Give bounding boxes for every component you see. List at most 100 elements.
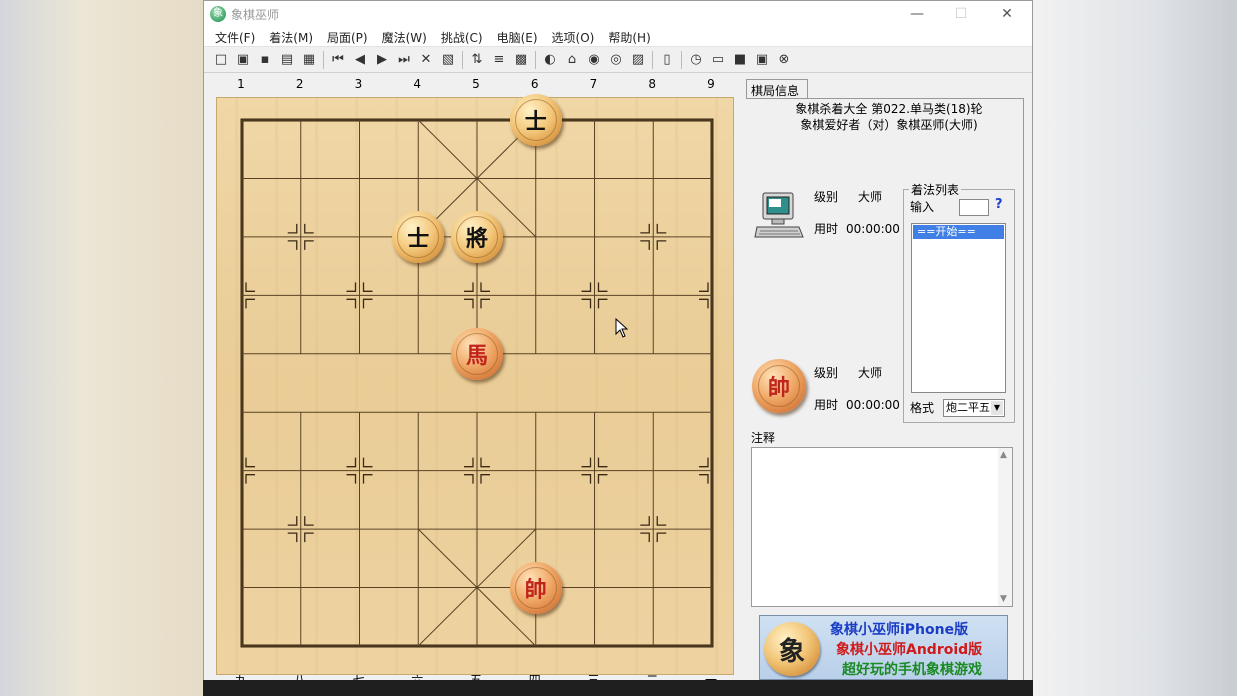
piece-glyph: 帥: [514, 566, 557, 609]
column-label-top: 9: [707, 77, 715, 91]
delete-icon[interactable]: ✕: [415, 50, 437, 70]
app-icon: 象: [210, 6, 226, 22]
format-select[interactable]: 炮二平五 ▼: [943, 399, 1005, 417]
stop-icon[interactable]: ⊗: [773, 50, 795, 70]
column-label-top: 6: [530, 77, 539, 91]
format-label: 格式: [910, 401, 935, 415]
comment-label: 注释: [751, 431, 776, 445]
menu-bar: 文件(F) 着法(M) 局面(P) 魔法(W) 挑战(C) 电脑(E) 选项(O…: [204, 27, 1032, 47]
red-piece[interactable]: 帥: [509, 561, 562, 614]
column-label-top: 1: [237, 77, 245, 91]
clipboard-icon[interactable]: ▨: [627, 50, 649, 70]
menu-file[interactable]: 文件(F): [210, 27, 260, 46]
web-icon[interactable]: ◎: [605, 50, 627, 70]
ad-piece-icon: 象: [764, 622, 820, 676]
title-bar: 象 象棋巫师 — ☐ ✕: [204, 1, 1032, 27]
top-player-info: 级别 大师 用时 00:00:00: [814, 189, 900, 237]
weibo-icon[interactable]: ◉: [583, 50, 605, 70]
save-icon[interactable]: ▪: [254, 50, 276, 70]
scroll-up-icon[interactable]: ▲: [1000, 450, 1007, 460]
menu-challenge[interactable]: 挑战(C): [436, 27, 488, 46]
mouse-cursor-icon: [615, 318, 629, 338]
movelist-item-start[interactable]: ==开始==: [913, 225, 1004, 239]
bottom-level-value: 大师: [858, 366, 883, 380]
ad-line-iphone: 象棋小巫师iPhone版: [830, 622, 969, 638]
black-piece[interactable]: 將: [451, 210, 503, 263]
format-select-value: 炮二平五: [946, 401, 990, 414]
red-piece[interactable]: 馬: [451, 327, 503, 380]
bottom-time-label: 用时: [814, 398, 839, 412]
movelist[interactable]: ==开始==: [911, 223, 1006, 393]
comment-scrollbar[interactable]: ▲ ▼: [998, 448, 1012, 606]
menu-moves[interactable]: 着法(M): [264, 27, 318, 46]
ad-piece-glyph: 象: [778, 636, 805, 667]
top-time-value: 00:00:00: [846, 222, 900, 236]
chart-icon[interactable]: ◐: [539, 50, 561, 70]
toolbar-separator: [681, 50, 682, 69]
desktop-background-right: [1033, 0, 1237, 696]
toolbar-separator: [652, 50, 653, 69]
column-label-top: 4: [413, 77, 422, 91]
column-label-top: 3: [354, 77, 363, 91]
monitor-icon[interactable]: ▣: [751, 50, 773, 70]
new-icon[interactable]: □: [210, 50, 232, 70]
close-button[interactable]: ✕: [992, 4, 1022, 24]
book-icon[interactable]: ▯: [656, 50, 678, 70]
flip-board-icon[interactable]: ⇅: [466, 50, 488, 70]
move-input-label: 输入: [910, 200, 935, 214]
board-grid: [240, 118, 714, 648]
comment-textarea[interactable]: ▲ ▼: [751, 447, 1013, 607]
menu-computer[interactable]: 电脑(E): [492, 27, 543, 46]
clock-icon[interactable]: ◷: [685, 50, 707, 70]
move-input[interactable]: [959, 199, 989, 216]
piece-glyph: 士: [397, 215, 440, 258]
top-level-label: 级别: [814, 190, 839, 204]
bottom-time-value: 00:00:00: [846, 398, 900, 412]
menu-options[interactable]: 选项(O): [547, 27, 600, 46]
scroll-down-icon[interactable]: ▼: [1000, 594, 1007, 604]
game-players: 象棋爱好者（对）象棋巫师(大师): [800, 118, 978, 132]
column-label-top: 8: [648, 77, 657, 91]
game-title: 象棋杀着大全 第022.单马类(18)轮 象棋爱好者（对）象棋巫师(大师): [764, 101, 1014, 133]
piece-glyph: 士: [514, 99, 557, 141]
chess-board[interactable]: 士士將馬帥: [216, 94, 734, 675]
print-icon[interactable]: ▤: [276, 50, 298, 70]
maximize-button[interactable]: ☐: [946, 4, 976, 24]
print-preview-icon[interactable]: ▦: [298, 50, 320, 70]
movelist-title: 着法列表: [909, 181, 962, 198]
help-link[interactable]: ?: [995, 197, 1003, 212]
grid-icon[interactable]: ▩: [510, 50, 532, 70]
toolbar: □ ▣ ▪ ▤ ▦ ⏮ ◀ ▶ ⏭ ✕ ▧ ⇅ ≡ ▩ ◐ ⌂ ◉ ◎ ▨ ▯ ◷ ▭ ■ ▣ ⊗: [204, 47, 1032, 73]
column-label-top: 2: [295, 77, 304, 91]
ad-banner[interactable]: 象 象棋小巫师iPhone版 象棋小巫师Android版 超好玩的手机象棋游戏: [759, 615, 1008, 680]
black-piece[interactable]: 士: [392, 210, 445, 263]
taskbar: [203, 680, 1033, 696]
menu-magic[interactable]: 魔法(W): [377, 27, 432, 46]
top-level-value: 大师: [858, 190, 883, 204]
app-window: 象 象棋巫师 — ☐ ✕ 文件(F) 着法(M) 局面(P) 魔法(W) 挑战(…: [203, 0, 1033, 696]
ad-line-android: 象棋小巫师Android版: [836, 642, 983, 658]
menu-help[interactable]: 帮助(H): [603, 27, 655, 46]
bottom-player-info: 级别 大师 用时 00:00:00: [814, 365, 900, 413]
next-move-icon[interactable]: ▶: [371, 50, 393, 70]
paste-icon[interactable]: ▧: [437, 50, 459, 70]
menu-position[interactable]: 局面(P): [322, 27, 373, 46]
prev-move-icon[interactable]: ◀: [349, 50, 371, 70]
tab-game-info[interactable]: 棋局信息: [746, 79, 808, 99]
bottom-level-label: 级别: [814, 366, 839, 380]
red-general-icon-glyph: 帥: [758, 365, 800, 407]
tree-icon[interactable]: ≡: [488, 50, 510, 70]
black-piece[interactable]: 士: [509, 94, 562, 146]
minimize-button[interactable]: —: [902, 4, 932, 24]
engine-icon[interactable]: ▭: [707, 50, 729, 70]
chevron-down-icon[interactable]: ▼: [991, 401, 1003, 415]
column-label-top: 5: [472, 77, 480, 91]
last-move-icon[interactable]: ⏭: [393, 50, 415, 70]
puzzle-icon[interactable]: ⌂: [561, 50, 583, 70]
computer-icon: [754, 192, 804, 238]
toolbar-separator: [462, 50, 463, 69]
first-move-icon[interactable]: ⏮: [327, 50, 349, 70]
terminal-icon[interactable]: ■: [729, 50, 751, 70]
piece-glyph: 馬: [456, 332, 498, 375]
open-icon[interactable]: ▣: [232, 50, 254, 70]
